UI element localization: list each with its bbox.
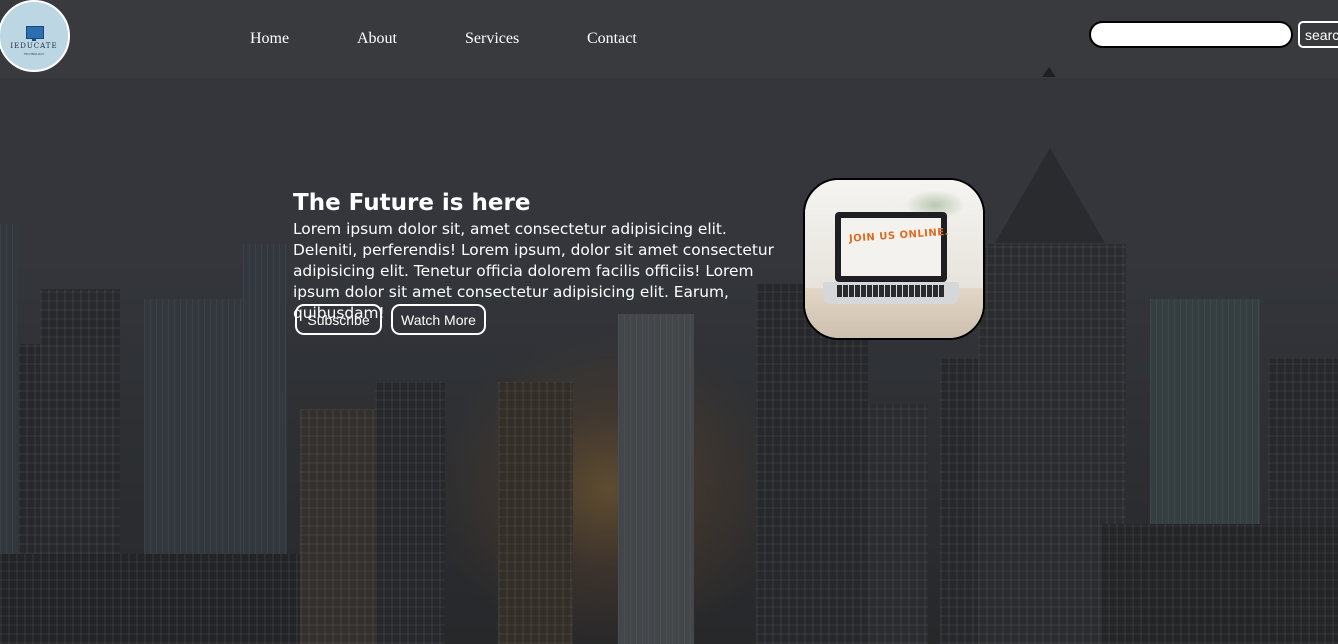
nav-home-link[interactable]: Home xyxy=(250,30,289,48)
search-button[interactable]: search xyxy=(1298,21,1338,48)
hero-image: JOIN US ONLINE. xyxy=(803,178,985,340)
logo-subtext: TECHNOLOGY xyxy=(23,52,45,56)
nav-services-link[interactable]: Services xyxy=(465,30,519,48)
watch-more-button[interactable]: Watch More xyxy=(391,304,486,335)
laptop-screen xyxy=(841,218,941,276)
subscribe-button[interactable]: Subscribe xyxy=(295,304,382,335)
triangle-marker xyxy=(1042,67,1056,77)
laptop-keyboard xyxy=(837,285,945,297)
nav-contact-link[interactable]: Contact xyxy=(587,30,637,48)
hero-title: The Future is here xyxy=(293,190,531,216)
search-input[interactable] xyxy=(1089,21,1293,48)
monitor-stand-icon xyxy=(32,38,36,41)
navbar: IEDUCATE TECHNOLOGY Home About Services … xyxy=(0,0,1338,78)
logo-text: IEDUCATE xyxy=(10,42,58,50)
nav-about-link[interactable]: About xyxy=(357,30,397,48)
logo[interactable]: IEDUCATE TECHNOLOGY xyxy=(0,0,70,72)
